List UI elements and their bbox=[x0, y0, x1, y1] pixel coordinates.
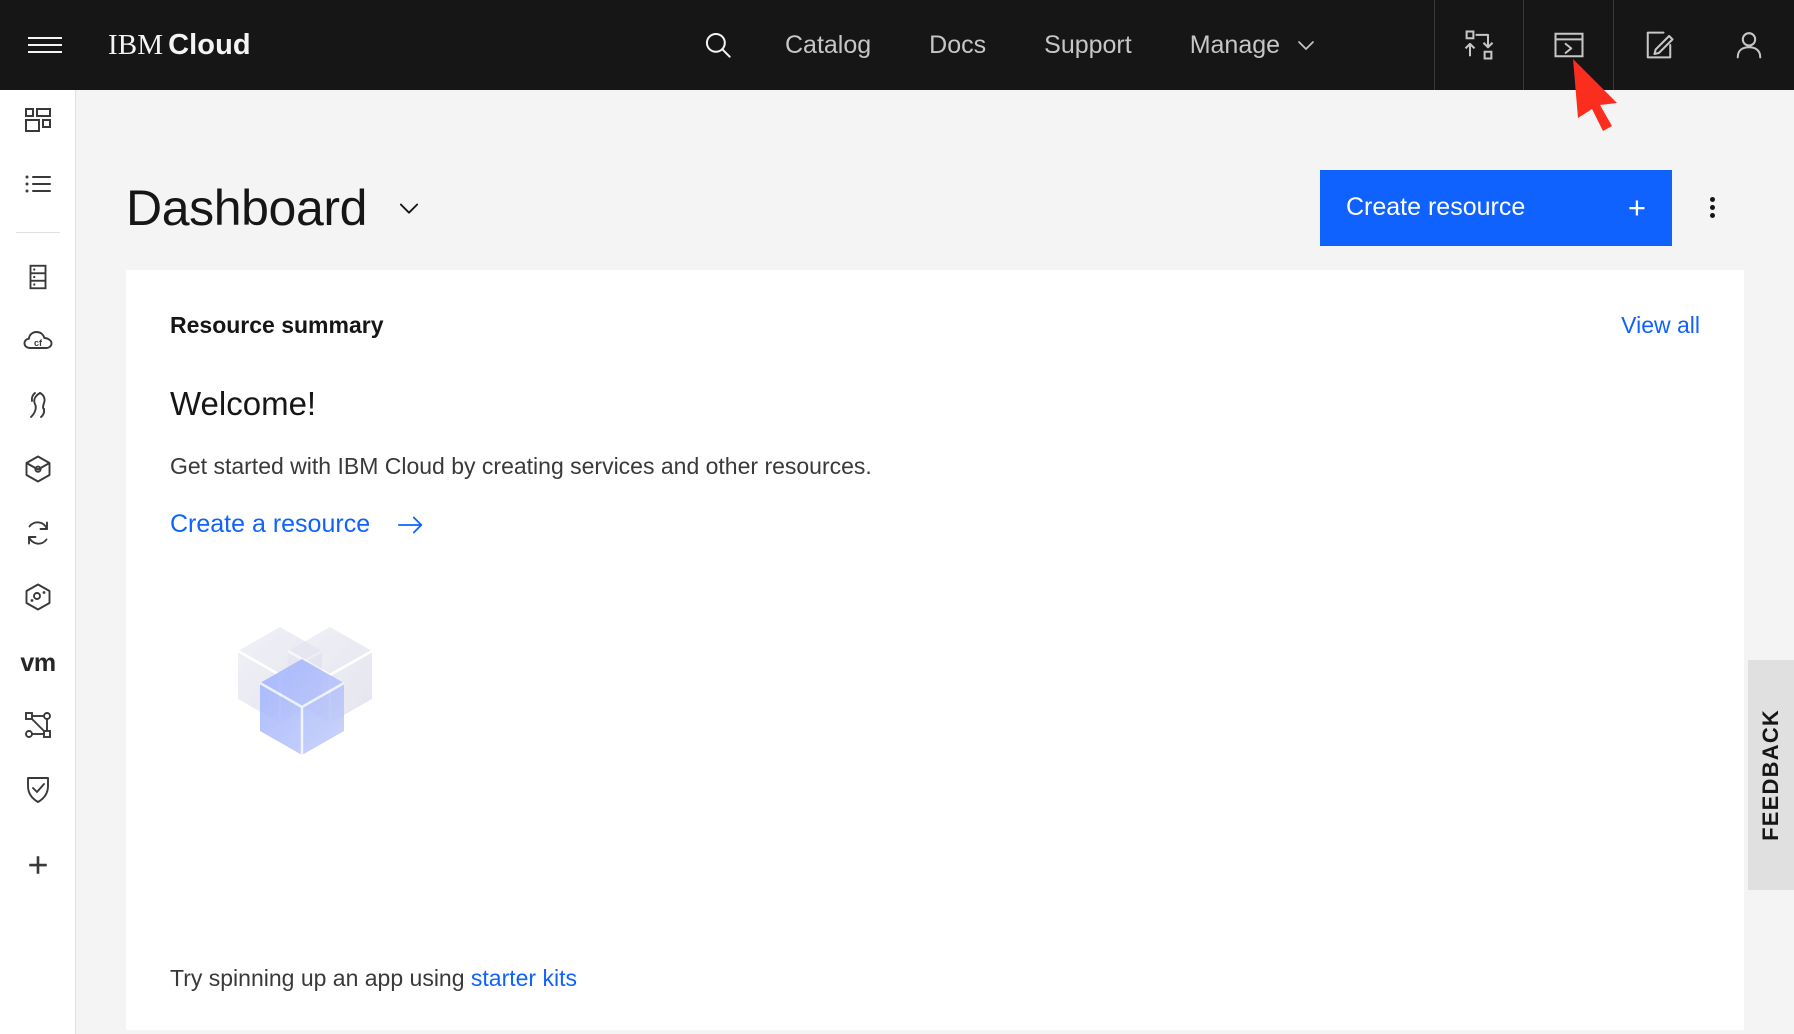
create-resource-label: Create resource bbox=[1346, 193, 1526, 221]
left-nav-rail: cf vm bbox=[0, 90, 76, 1034]
card-header: Resource summary View all bbox=[170, 312, 1700, 339]
vpc-hexagon-icon bbox=[22, 581, 54, 618]
chevron-down-icon bbox=[1294, 33, 1318, 57]
overflow-dot bbox=[1709, 197, 1715, 202]
overflow-menu-icon[interactable] bbox=[1680, 170, 1744, 246]
starter-kits-prefix: Try spinning up an app using bbox=[170, 965, 471, 991]
overflow-dot bbox=[1709, 205, 1715, 210]
sidebar-item-vpc-infrastructure[interactable] bbox=[0, 567, 76, 631]
feedback-label: FEEDBACK bbox=[1758, 709, 1783, 841]
sidebar-item-resource-list[interactable] bbox=[0, 154, 76, 218]
brand-cloud: Cloud bbox=[168, 28, 251, 61]
server-bare-metal-icon bbox=[23, 262, 53, 297]
resource-list-icon bbox=[22, 168, 54, 205]
nav-item-support[interactable]: Support bbox=[1015, 0, 1161, 90]
feedback-tab[interactable]: FEEDBACK bbox=[1748, 660, 1794, 890]
sidebar-item-cloud-foundry[interactable]: cf bbox=[0, 311, 76, 375]
cloud-shell-terminal-icon[interactable] bbox=[1524, 0, 1614, 90]
view-all-link[interactable]: View all bbox=[1621, 312, 1700, 339]
brand-ibm: IBM bbox=[108, 28, 164, 61]
header-nav: Catalog Docs Support Manage bbox=[680, 0, 1347, 90]
create-a-resource-label: Create a resource bbox=[170, 510, 371, 538]
cloud-foundry-icon: cf bbox=[22, 325, 54, 362]
overflow-dot bbox=[1709, 213, 1715, 218]
hamburger-menu-icon[interactable] bbox=[0, 0, 90, 90]
migration-transfer-icon[interactable] bbox=[1434, 0, 1524, 90]
sidebar-item-dashboard[interactable] bbox=[0, 90, 76, 154]
welcome-heading: Welcome! bbox=[170, 385, 317, 422]
dashboard-grid-icon bbox=[22, 104, 54, 141]
network-topology-icon bbox=[22, 709, 54, 746]
nav-item-docs-label: Docs bbox=[929, 30, 987, 59]
sidebar-item-kubernetes[interactable] bbox=[0, 439, 76, 503]
svg-text:cf: cf bbox=[34, 338, 43, 348]
page-title: Dashboard bbox=[126, 179, 368, 236]
starter-kits-row: Try spinning up an app using starter kit… bbox=[170, 965, 577, 992]
nav-item-support-label: Support bbox=[1044, 30, 1132, 59]
cubes-illustration bbox=[170, 595, 410, 810]
sidebar-item-network[interactable] bbox=[0, 695, 76, 759]
security-shield-icon bbox=[22, 773, 54, 810]
search-icon[interactable] bbox=[680, 0, 756, 90]
global-header: IBM Cloud Catalog Docs Support Manage bbox=[0, 0, 1794, 90]
hamburger-bar bbox=[28, 51, 62, 53]
sidebar-divider bbox=[15, 232, 60, 233]
resource-summary-card: Resource summary View all Welcome! Get s… bbox=[126, 270, 1744, 1030]
edit-document-icon[interactable] bbox=[1614, 0, 1704, 90]
hamburger-bar bbox=[28, 44, 62, 46]
starter-kits-link[interactable]: starter kits bbox=[471, 965, 577, 991]
add-plus-icon bbox=[24, 851, 52, 884]
nav-item-catalog[interactable]: Catalog bbox=[756, 0, 900, 90]
nav-item-manage[interactable]: Manage bbox=[1161, 0, 1347, 90]
nav-item-catalog-label: Catalog bbox=[785, 30, 872, 59]
header-icon-group bbox=[1434, 0, 1794, 90]
vm-text-icon: vm bbox=[20, 648, 56, 677]
kubernetes-cube-icon bbox=[22, 453, 54, 490]
nav-item-docs[interactable]: Docs bbox=[900, 0, 1015, 90]
main-content: Dashboard Create resource + Resource sum… bbox=[76, 90, 1794, 1034]
create-a-resource-link[interactable]: Create a resource bbox=[170, 510, 426, 539]
arrow-right-icon bbox=[396, 512, 426, 538]
sidebar-item-devops[interactable] bbox=[0, 503, 76, 567]
plus-icon: + bbox=[1627, 189, 1646, 225]
card-title: Resource summary bbox=[170, 312, 384, 338]
brand-logo[interactable]: IBM Cloud bbox=[108, 29, 251, 62]
devops-sync-icon bbox=[22, 517, 54, 554]
functions-icon bbox=[22, 389, 54, 426]
sidebar-item-security[interactable] bbox=[0, 759, 76, 823]
sidebar-item-functions[interactable] bbox=[0, 375, 76, 439]
page-header: Dashboard Create resource + bbox=[76, 90, 1794, 270]
user-account-icon[interactable] bbox=[1704, 0, 1794, 90]
create-resource-button[interactable]: Create resource + bbox=[1320, 169, 1672, 246]
sidebar-item-add[interactable] bbox=[0, 835, 76, 899]
nav-item-manage-label: Manage bbox=[1189, 30, 1281, 59]
sidebar-item-classic-infrastructure[interactable] bbox=[0, 247, 76, 311]
welcome-description: Get started with IBM Cloud by creating s… bbox=[170, 453, 872, 479]
hamburger-bar bbox=[28, 37, 62, 39]
sidebar-item-vm[interactable]: vm bbox=[0, 631, 76, 695]
chevron-down-icon[interactable] bbox=[395, 194, 423, 222]
